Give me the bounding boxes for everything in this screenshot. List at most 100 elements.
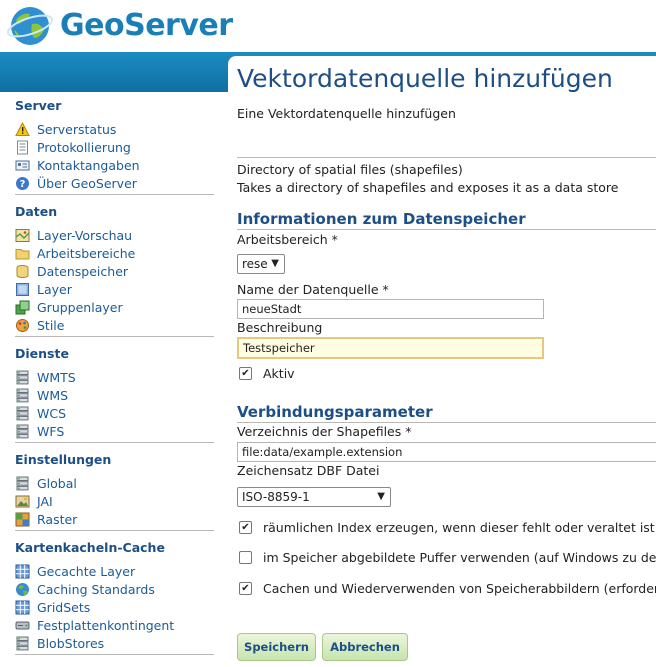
server-icon (15, 424, 30, 439)
sidebar-item-label: Festplattenkontingent (37, 617, 175, 633)
page-title: Vektordatenquelle hinzufügen (237, 64, 613, 93)
layer-group-icon (15, 300, 30, 315)
server-icon (15, 370, 30, 385)
disk-icon (15, 618, 30, 633)
sidebar-item-label: Gecachte Layer (37, 563, 136, 579)
server-icon (15, 476, 30, 491)
sidebar-item-serverstatus[interactable]: Serverstatus (15, 120, 116, 138)
help-icon: ? (15, 176, 30, 191)
memory-buffer-checkbox[interactable] (239, 551, 252, 564)
server-icon (15, 388, 30, 403)
sidebar-item-layer[interactable]: Layer (15, 280, 72, 298)
warning-icon (15, 121, 30, 137)
sidebar-section-title: Server (15, 98, 62, 113)
sidebar-item-stile[interactable]: Stile (15, 316, 64, 334)
sidebar-divider (15, 336, 214, 337)
store-type-description: Takes a directory of shapefiles and expo… (237, 180, 619, 195)
section-connection-params: Verbindungsparameter (237, 403, 433, 421)
grid-icon (15, 600, 30, 615)
sidebar-item-layer-vorschau[interactable]: Layer-Vorschau (15, 226, 132, 244)
sidebar-item-kontaktangaben[interactable]: Kontaktangaben (15, 156, 140, 174)
sidebar-item-label: Layer (37, 281, 72, 297)
sidebar-item-label: Stile (37, 317, 65, 333)
sidebar-divider (15, 654, 214, 655)
charset-select-value: ISO-8859-1 (242, 490, 310, 504)
sidebar-item-label: Über GeoServer (37, 175, 137, 191)
description-input[interactable] (237, 337, 544, 359)
shapefile-dir-label: Verzeichnis der Shapefiles * (237, 424, 412, 439)
sidebar-item-wcs[interactable]: WCS (15, 404, 66, 422)
section-store-info: Informationen zum Datenspeicher (237, 210, 526, 228)
sidebar-section-title: Dienste (15, 346, 69, 361)
sidebar-item-label: Layer-Vorschau (37, 227, 133, 243)
spatial-index-label: räumlichen Index erzeugen, wenn dieser f… (263, 520, 655, 535)
geoserver-globe-icon (6, 7, 54, 45)
sidebar-item-blobstores[interactable]: BlobStores (15, 634, 104, 652)
sidebar-item-wms[interactable]: WMS (15, 386, 68, 404)
page-subtitle: Eine Vektordatenquelle hinzufügen (237, 106, 456, 121)
datastore-name-label: Name der Datenquelle * (237, 282, 389, 297)
sidebar-divider (15, 194, 214, 195)
sidebar-item-arbeitsbereiche[interactable]: Arbeitsbereiche (15, 244, 135, 262)
sidebar-item-gecachte-layer[interactable]: Gecachte Layer (15, 562, 135, 580)
sidebar-item-label: JAI (37, 493, 53, 509)
workspace-select[interactable]: rese ▼ (237, 254, 285, 274)
memory-buffer-row[interactable]: im Speicher abgebildete Puffer verwenden… (239, 550, 656, 565)
spatial-index-row[interactable]: räumlichen Index erzeugen, wenn dieser f… (239, 520, 655, 535)
sidebar-item-label: BlobStores (37, 635, 105, 651)
sidebar-item-label: Raster (37, 511, 78, 527)
server-icon (15, 636, 30, 651)
dropdown-arrow-icon: ▼ (377, 491, 385, 502)
globe-icon (15, 582, 30, 597)
shapefile-dir-input[interactable] (237, 442, 656, 462)
sidebar-item-wmts[interactable]: WMTS (15, 368, 76, 386)
sidebar-item-caching-standards[interactable]: Caching Standards (15, 580, 155, 598)
enabled-checkbox-row[interactable]: Aktiv (239, 366, 295, 381)
charset-label: Zeichensatz DBF Datei (237, 463, 380, 478)
sidebar-item-raster[interactable]: Raster (15, 510, 77, 528)
sidebar-item-protokollierung[interactable]: Protokollierung (15, 138, 131, 156)
memory-buffer-label: im Speicher abgebildete Puffer verwenden… (263, 550, 656, 565)
cache-memory-maps-row[interactable]: Cachen und Wiederverwenden von Speichera… (239, 581, 656, 596)
folder-icon (15, 246, 30, 261)
sidebar-item-wfs[interactable]: WFS (15, 422, 64, 440)
sidebar-divider (15, 442, 214, 443)
sidebar-item-über-geoserver[interactable]: ? Über GeoServer (15, 174, 137, 192)
cancel-button[interactable]: Abbrechen (322, 633, 408, 661)
sidebar-item-label: Global (37, 475, 77, 491)
description-label: Beschreibung (237, 320, 323, 335)
app-logo-text[interactable]: GeoServer (60, 8, 233, 43)
page-icon (15, 140, 30, 155)
sidebar-item-gruppenlayer[interactable]: Gruppenlayer (15, 298, 123, 316)
sidebar-item-global[interactable]: Global (15, 474, 77, 492)
datastore-name-input[interactable] (237, 299, 544, 319)
workspace-select-value: rese (242, 257, 268, 271)
layer-icon (15, 282, 30, 297)
image-icon (15, 494, 30, 509)
store-type-name: Directory of spatial files (shapefiles) (237, 162, 463, 177)
enabled-checkbox[interactable] (239, 367, 252, 380)
sidebar-item-label: Datenspeicher (37, 263, 129, 279)
contact-card-icon (15, 158, 30, 173)
sidebar-item-label: WCS (37, 405, 67, 421)
sidebar-item-jai[interactable]: JAI (15, 492, 53, 510)
divider (237, 157, 656, 158)
sidebar: Server Serverstatus Protokollierung Kontakt… (0, 92, 228, 667)
sidebar-item-label: WMS (37, 387, 69, 403)
charset-select[interactable]: ISO-8859-1 ▼ (237, 487, 391, 507)
divider (237, 422, 656, 423)
cache-memory-maps-checkbox[interactable] (239, 582, 252, 595)
sidebar-divider (15, 530, 214, 531)
grid-icon (15, 564, 30, 579)
sidebar-item-datenspeicher[interactable]: Datenspeicher (15, 262, 128, 280)
sidebar-item-festplattenkontingent[interactable]: Festplattenkontingent (15, 616, 174, 634)
sidebar-item-label: GridSets (37, 599, 91, 615)
map-icon (15, 228, 30, 243)
spatial-index-checkbox[interactable] (239, 521, 252, 534)
dropdown-arrow-icon: ▼ (271, 258, 279, 269)
sidebar-item-gridsets[interactable]: GridSets (15, 598, 90, 616)
save-button[interactable]: Speichern (237, 633, 316, 661)
sidebar-item-label: Kontaktangaben (37, 157, 140, 173)
sidebar-item-label: Caching Standards (37, 581, 155, 597)
sidebar-item-label: WFS (37, 423, 65, 439)
